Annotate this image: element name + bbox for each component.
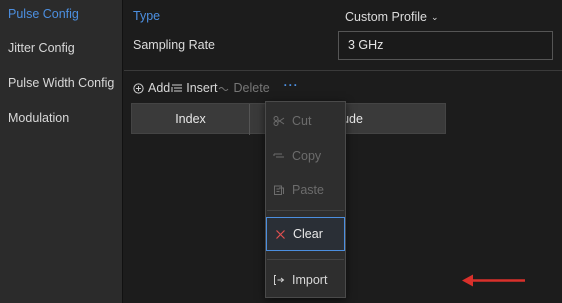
insert-row-icon	[170, 82, 183, 95]
menu-item-paste-label: Paste	[292, 183, 324, 197]
menu-item-clear[interactable]: Clear	[266, 217, 345, 251]
context-menu: Cut Copy Paste Clear Import	[265, 101, 346, 298]
copy-icon	[273, 150, 285, 162]
annotation-arrow-icon	[462, 274, 525, 287]
sidebar-item-pulse-config[interactable]: Pulse Config	[8, 4, 79, 24]
menu-divider	[267, 259, 344, 260]
sidebar-item-jitter-config[interactable]: Jitter Config	[8, 38, 75, 58]
close-icon	[274, 228, 286, 240]
menu-item-copy-label: Copy	[292, 149, 322, 163]
menu-item-paste[interactable]: Paste	[266, 173, 345, 207]
chevron-down-icon: ⌄	[430, 12, 439, 22]
add-label: Add	[148, 81, 171, 95]
type-dropdown-value: Custom Profile	[345, 10, 427, 24]
menu-item-import-label: Import	[292, 273, 328, 287]
paste-icon	[273, 184, 285, 196]
insert-label: Insert	[186, 81, 218, 95]
menu-item-cut-label: Cut	[292, 114, 312, 128]
type-dropdown[interactable]: Custom Profile ⌄	[345, 8, 439, 26]
table-toolbar: Add Insert Delete ···	[132, 78, 299, 96]
scissors-icon	[273, 115, 285, 127]
menu-item-import[interactable]: Import	[266, 263, 345, 297]
type-label: Type	[133, 9, 161, 23]
menu-item-clear-label: Clear	[293, 227, 323, 241]
add-circle-icon	[132, 82, 145, 95]
delete-label: Delete	[233, 81, 270, 95]
insert-button[interactable]: Insert	[170, 81, 218, 95]
menu-item-copy[interactable]: Copy	[266, 139, 345, 173]
menu-item-cut[interactable]: Cut	[266, 104, 345, 138]
sampling-rate-field[interactable]: 3 GHz	[338, 31, 553, 60]
delete-icon	[218, 82, 231, 95]
delete-button[interactable]: Delete	[218, 81, 270, 95]
add-button[interactable]: Add	[132, 81, 170, 95]
import-icon	[273, 274, 285, 286]
sidebar-item-modulation[interactable]: Modulation	[8, 108, 69, 128]
column-header-index[interactable]: Index	[132, 104, 249, 135]
more-options-button[interactable]: ···	[284, 78, 299, 92]
main-panel: Type Custom Profile ⌄ Sampling Rate 3 GHz…	[124, 0, 562, 303]
divider	[124, 70, 562, 71]
sidebar: Pulse Config Jitter Config Pulse Width C…	[0, 0, 123, 303]
sidebar-item-pulse-width-config[interactable]: Pulse Width Config	[8, 73, 114, 93]
sampling-rate-label: Sampling Rate	[133, 38, 215, 52]
menu-divider	[267, 210, 344, 211]
